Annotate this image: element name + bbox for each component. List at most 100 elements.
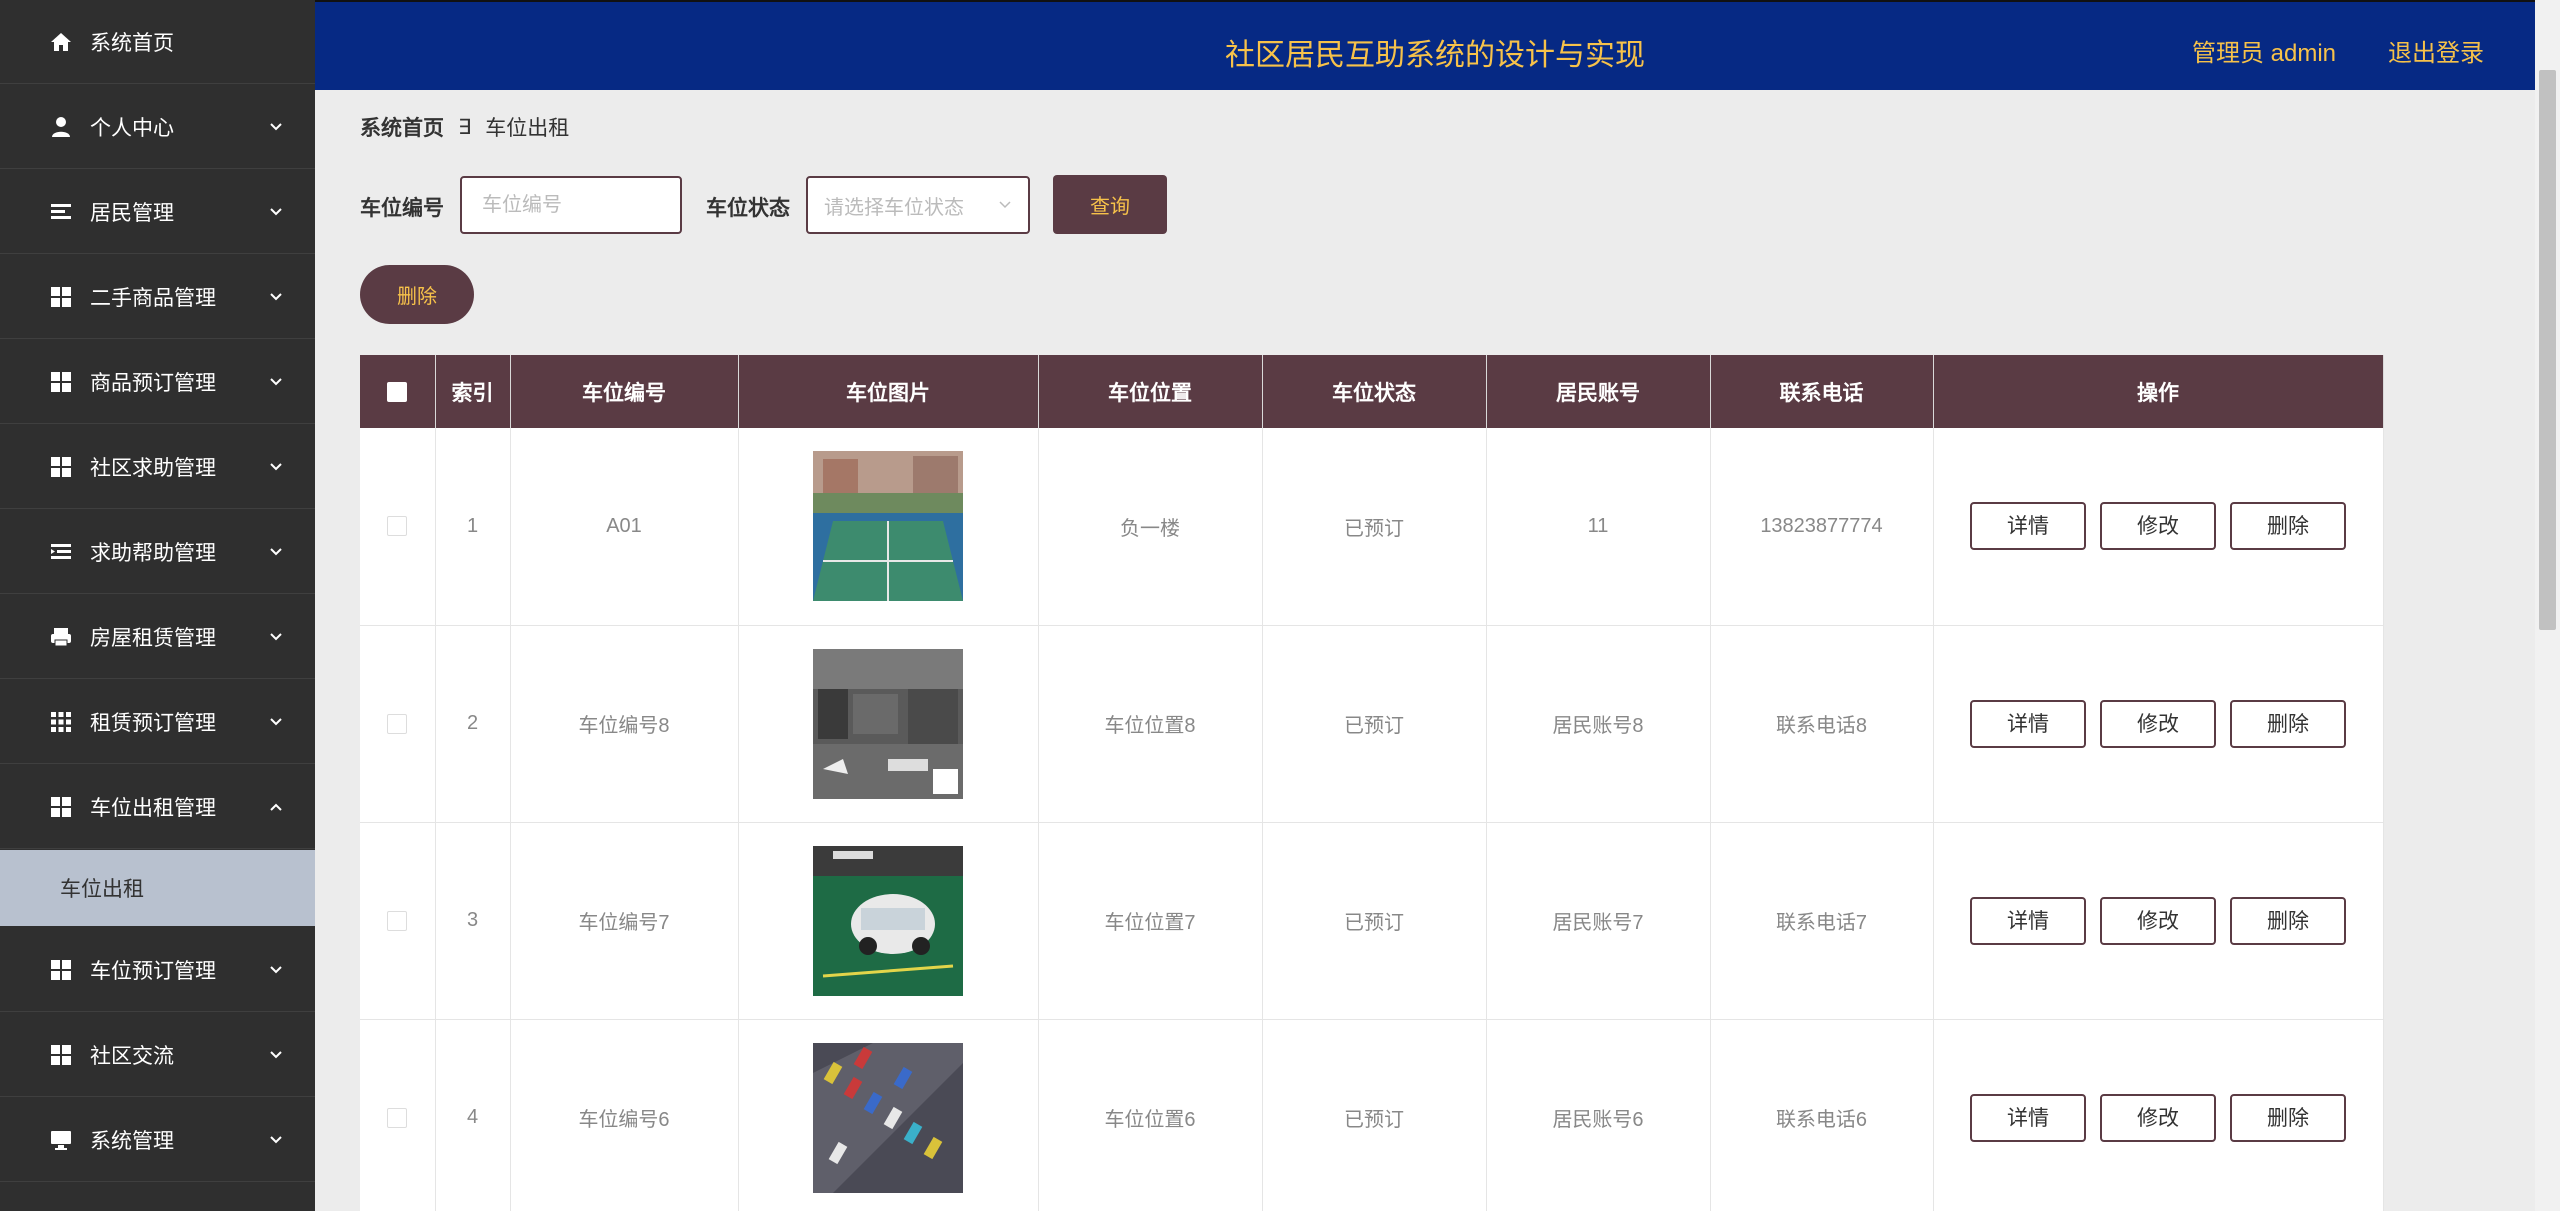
sidebar-item-label: 车位出租管理 [90, 796, 216, 820]
page-scrollbar[interactable] [2535, 0, 2560, 1211]
column-header: 车位状态 [1262, 355, 1487, 428]
chevron-up-icon [270, 803, 282, 811]
delete-button[interactable]: 删除 [2230, 1093, 2346, 1142]
chevron-down-icon [999, 201, 1011, 209]
garage-photo [813, 648, 963, 799]
scrollbar-thumb[interactable] [2539, 70, 2556, 630]
batch-delete-button[interactable]: 删除 [360, 265, 474, 324]
sidebar: 系统首页 个人中心 居民管理 二手商品管理 商品预订管理 社区求助管理 求助帮助… [0, 0, 315, 1211]
cell-code: 车位编号6 [510, 1019, 739, 1211]
grid-icon [50, 371, 72, 393]
sidebar-item-help-assist[interactable]: 求助帮助管理 [0, 510, 315, 594]
car-photo [813, 845, 963, 996]
sidebar-item-parking-rental[interactable]: 车位出租管理 [0, 765, 315, 849]
sidebar-item-house-rental[interactable]: 房屋租赁管理 [0, 595, 315, 679]
edit-button[interactable]: 修改 [2100, 699, 2216, 748]
delete-button[interactable]: 删除 [2230, 896, 2346, 945]
cell-index: 1 [435, 428, 511, 625]
sidebar-item-help-requests[interactable]: 社区求助管理 [0, 425, 315, 509]
sidebar-item-system[interactable]: 系统管理 [0, 1098, 315, 1182]
sidebar-item-community-forum[interactable]: 社区交流 [0, 1013, 315, 1097]
query-button[interactable]: 查询 [1053, 175, 1167, 234]
sidebar-item-personal-center[interactable]: 个人中心 [0, 85, 315, 169]
column-header: 车位编号 [510, 355, 739, 428]
row-checkbox[interactable] [387, 910, 408, 931]
cell-index: 3 [435, 822, 511, 1019]
printer-icon [50, 626, 72, 648]
cell-code: A01 [510, 428, 739, 625]
detail-button[interactable]: 详情 [1970, 1093, 2086, 1142]
cell-phone: 联系电话8 [1710, 625, 1934, 822]
list-icon [50, 201, 72, 223]
chevron-down-icon [270, 377, 282, 385]
delete-button[interactable]: 删除 [2230, 699, 2346, 748]
chevron-down-icon [270, 965, 282, 973]
parking-table-wrap: 索引 车位编号 车位图片 车位位置 车位状态 居民账号 联系电话 操作 1 A0… [360, 355, 2384, 1211]
app-title: 社区居民互助系统的设计与实现 [1225, 39, 1645, 72]
grid-icon [50, 456, 72, 478]
sidebar-item-label: 社区求助管理 [90, 456, 216, 480]
cell-status: 已预订 [1262, 1019, 1487, 1211]
column-header: 操作 [1933, 355, 2384, 428]
detail-button[interactable]: 详情 [1970, 502, 2086, 551]
sidebar-item-rental-booking[interactable]: 租赁预订管理 [0, 680, 315, 764]
table-row: 1 A01 负一楼 已预订 11 13823877774 详情 修改 删除 [360, 428, 2384, 625]
row-checkbox[interactable] [387, 516, 408, 537]
chevron-down-icon [270, 547, 282, 555]
detail-button[interactable]: 详情 [1970, 896, 2086, 945]
sidebar-item-label: 求助帮助管理 [90, 541, 216, 565]
sidebar-item-label: 二手商品管理 [90, 286, 216, 310]
cell-location: 车位位置7 [1038, 822, 1263, 1019]
cell-code: 车位编号8 [510, 625, 739, 822]
sidebar-item-residents[interactable]: 居民管理 [0, 170, 315, 254]
chevron-down-icon [270, 207, 282, 215]
breadcrumb-current: 车位出租 [485, 117, 570, 140]
status-select-placeholder: 请选择车位状态 [824, 196, 964, 219]
breadcrumb-home[interactable]: 系统首页 [360, 112, 444, 142]
row-checkbox[interactable] [387, 1107, 408, 1128]
edit-button[interactable]: 修改 [2100, 1093, 2216, 1142]
sidebar-item-secondhand[interactable]: 二手商品管理 [0, 255, 315, 339]
delete-button[interactable]: 删除 [2230, 502, 2346, 551]
monitor-icon [50, 1129, 72, 1151]
edit-button[interactable]: 修改 [2100, 502, 2216, 551]
column-header: 索引 [435, 355, 511, 428]
sidebar-item-label: 商品预订管理 [90, 371, 216, 395]
sidebar-item-label: 系统管理 [90, 1129, 174, 1153]
cell-account: 11 [1486, 428, 1711, 625]
column-header: 居民账号 [1486, 355, 1711, 428]
logout-link[interactable]: 退出登录 [2388, 33, 2484, 68]
cell-phone: 13823877774 [1710, 428, 1934, 625]
grid-icon [50, 959, 72, 981]
cell-account: 居民账号7 [1486, 822, 1711, 1019]
grid-icon [50, 1044, 72, 1066]
cell-index: 4 [435, 1019, 511, 1211]
sidebar-subitem-parking-rent[interactable]: 车位出租 [0, 850, 315, 926]
grid-icon [50, 796, 72, 818]
cell-status: 已预订 [1262, 428, 1487, 625]
cell-phone: 联系电话6 [1710, 1019, 1934, 1211]
sidebar-item-goods-booking[interactable]: 商品预订管理 [0, 340, 315, 424]
parking-code-input[interactable] [460, 176, 682, 234]
edit-button[interactable]: 修改 [2100, 896, 2216, 945]
table-row: 3 车位编号7 车位位置7 已预订 居民账号7 联系电话7 详情 修改 删除 [360, 822, 2384, 1019]
indent-list-icon [50, 541, 72, 563]
chevron-down-icon [270, 1135, 282, 1143]
header-select-all[interactable] [360, 355, 436, 428]
chevron-down-icon [270, 717, 282, 725]
cell-status: 已预订 [1262, 822, 1487, 1019]
breadcrumb: 系统首页 ∃ 车位出租 [360, 112, 569, 142]
chevron-down-icon [270, 462, 282, 470]
chevron-down-icon [270, 122, 282, 130]
sidebar-item-parking-booking[interactable]: 车位预订管理 [0, 928, 315, 1012]
parking-status-select[interactable]: 请选择车位状态 [806, 176, 1030, 234]
sidebar-item-home[interactable]: 系统首页 [0, 0, 315, 84]
current-user-label: 管理员 admin [2192, 40, 2337, 67]
row-checkbox[interactable] [387, 713, 408, 734]
select-all-checkbox[interactable] [387, 381, 408, 402]
top-header: 社区居民互助系统的设计与实现 管理员 admin 退出登录 [315, 0, 2535, 90]
cell-phone: 联系电话7 [1710, 822, 1934, 1019]
cell-code: 车位编号7 [510, 822, 739, 1019]
detail-button[interactable]: 详情 [1970, 699, 2086, 748]
table-row: 4 车位编号6 车位位置6 已预订 居民账号6 联系电话6 详情 修改 删除 [360, 1019, 2384, 1211]
